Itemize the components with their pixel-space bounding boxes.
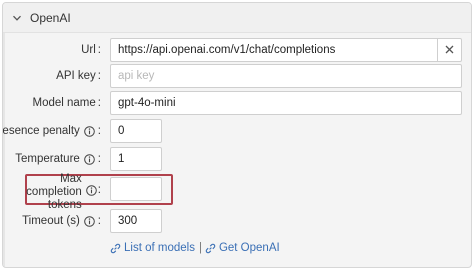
section-header[interactable]: OpenAI (3, 3, 471, 33)
api-key-label: API key: (56, 70, 101, 82)
timeout-label: Timeout (s) : (22, 215, 101, 227)
link-separator: | (198, 242, 202, 254)
presence-penalty-row: Presence penalty : 0 (3, 119, 471, 143)
clear-url-button[interactable] (437, 38, 462, 62)
url-label: Url: (81, 44, 101, 56)
info-icon[interactable] (83, 215, 95, 227)
timeout-row: Timeout (s) : 300 (3, 209, 471, 233)
links-bar: List of models | Get OpenAI (110, 241, 280, 255)
api-key-input[interactable]: api key (110, 64, 462, 88)
get-openai-link[interactable]: Get OpenAI (205, 242, 280, 254)
link-icon (110, 243, 121, 254)
info-icon[interactable] (83, 125, 95, 137)
max-completion-tokens-input[interactable] (110, 177, 162, 201)
chevron-down-icon[interactable] (12, 13, 22, 23)
url-row: Url: https://api.openai.com/v1/chat/comp… (3, 38, 471, 62)
temperature-label: Temperature : (15, 153, 101, 165)
presence-penalty-input[interactable]: 0 (110, 119, 162, 143)
info-icon[interactable] (85, 185, 97, 196)
info-icon[interactable] (83, 153, 95, 165)
link-icon (205, 243, 216, 254)
timeout-input[interactable]: 300 (110, 209, 162, 233)
close-icon (445, 43, 454, 57)
model-name-label: Model name: (32, 97, 102, 109)
model-name-input[interactable]: gpt-4o-mini (110, 91, 462, 115)
temperature-input[interactable]: 1 (110, 147, 162, 171)
temperature-row: Temperature : 1 (3, 147, 471, 171)
api-key-row: API key: api key (3, 64, 471, 88)
presence-penalty-label: Presence penalty : (2, 125, 101, 137)
max-completion-tokens-label: Max completion tokens : (26, 172, 101, 211)
section-title: OpenAI (30, 11, 71, 25)
url-input[interactable]: https://api.openai.com/v1/chat/completio… (110, 38, 437, 62)
model-name-row: Model name: gpt-4o-mini (3, 91, 471, 115)
openai-settings-panel: OpenAI Url: https://api.openai.com/v1/ch… (2, 2, 472, 268)
list-of-models-link[interactable]: List of models (110, 242, 195, 254)
